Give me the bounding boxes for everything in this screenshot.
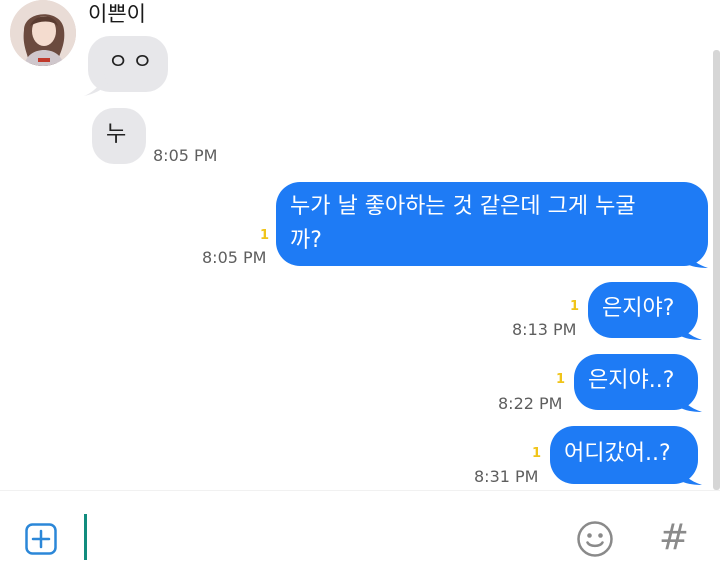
message-text-line2: 까?: [290, 228, 322, 253]
unread-count: 1: [556, 372, 566, 387]
chat-scrollbar[interactable]: [713, 50, 720, 490]
bubble-tail-icon: [678, 392, 702, 412]
unread-count: 1: [570, 299, 580, 314]
emoji-button[interactable]: [576, 520, 614, 558]
message-text: 은지야..?: [588, 368, 675, 393]
sender-name: 이쁜이: [88, 2, 146, 26]
add-button[interactable]: [25, 523, 57, 555]
outgoing-message[interactable]: 어디갔어..?: [550, 426, 698, 484]
avatar-photo-icon: [10, 0, 76, 66]
message-timestamp: 8:05 PM: [202, 248, 267, 267]
avatar[interactable]: [10, 0, 76, 66]
hashtag-icon: #: [658, 517, 690, 558]
bubble-tail-icon: [84, 74, 108, 96]
message-timestamp: 8:13 PM: [512, 320, 577, 339]
message-text: ㅇㅇ: [108, 50, 157, 75]
message-input-cursor[interactable]: [84, 514, 87, 560]
add-icon: [25, 523, 57, 555]
unread-count: 1: [260, 228, 270, 243]
message-text-line1: 누가 날 좋아하는 것 같은데 그게 누굴: [290, 194, 636, 219]
outgoing-message[interactable]: 누가 날 좋아하는 것 같은데 그게 누굴 까?: [276, 182, 708, 266]
message-text: 누: [106, 122, 127, 147]
unread-count: 1: [532, 446, 542, 461]
message-timestamp: 8:31 PM: [474, 467, 539, 486]
message-timestamp: 8:05 PM: [153, 146, 218, 165]
incoming-message[interactable]: 누: [92, 108, 146, 164]
input-bar-divider: [0, 490, 720, 491]
emoji-icon: [577, 521, 613, 557]
hashtag-button[interactable]: #: [656, 518, 692, 558]
bubble-tail-icon: [678, 465, 702, 485]
bubble-tail-icon: [684, 248, 708, 268]
message-timestamp: 8:22 PM: [498, 394, 563, 413]
bubble-tail-icon: [678, 320, 702, 340]
message-text: 어디갔어..?: [564, 441, 671, 466]
message-text: 은지야?: [602, 296, 675, 321]
